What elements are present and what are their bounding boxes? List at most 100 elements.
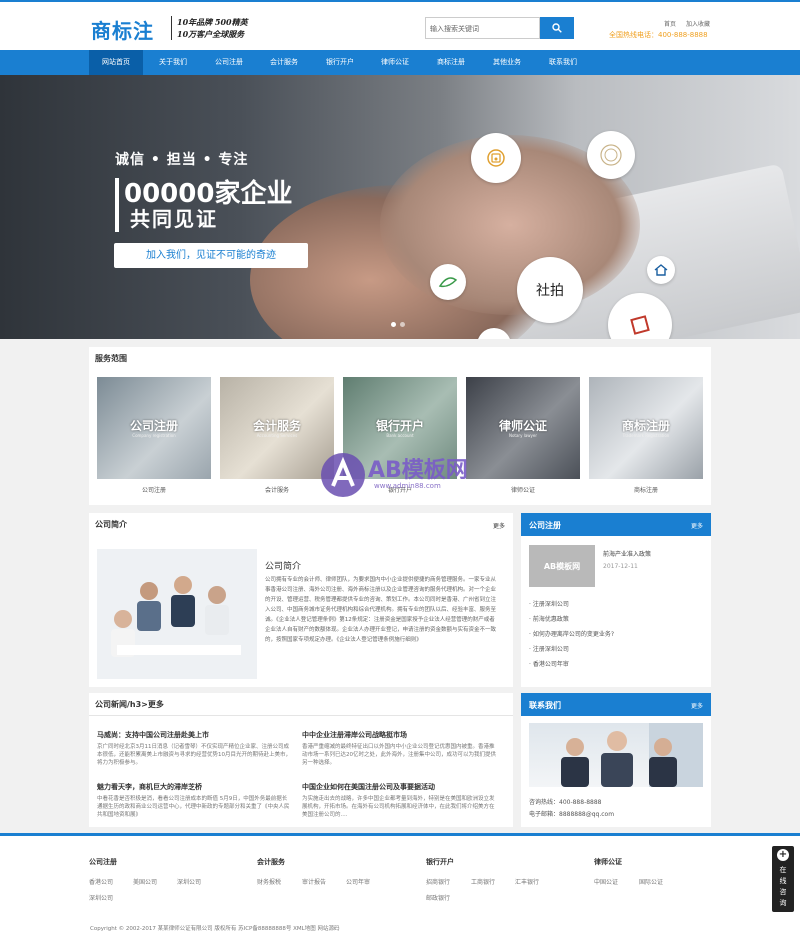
- online-consult-label: 在线咨询: [779, 866, 787, 907]
- registration-more-link[interactable]: 更多: [691, 521, 703, 530]
- nav-item-accounting[interactable]: 会计服务: [257, 50, 311, 75]
- featured-title[interactable]: 前海产业准入政策: [603, 549, 651, 558]
- social-shoot-icon: 社拍: [517, 257, 583, 323]
- footer-col-title[interactable]: 会计服务: [257, 857, 285, 867]
- sidebar-link[interactable]: · 注册深圳公司: [529, 599, 614, 614]
- banner-number-one: [115, 178, 119, 232]
- sidebar-link-label[interactable]: 如何办理离岸公司的变更业务?: [533, 631, 614, 638]
- sidebar-link[interactable]: · 香港公司年审: [529, 659, 614, 674]
- sidebar-link[interactable]: · 注册深圳公司: [529, 644, 614, 659]
- service-card-subtitle: Company registration: [132, 433, 176, 438]
- hotline-text: 全国热线电话：400-888-8888: [609, 31, 708, 39]
- nav-item-about[interactable]: 关于我们: [146, 50, 200, 75]
- footer-link[interactable]: 审计报告: [302, 877, 326, 886]
- quality-seal-icon: [587, 131, 635, 179]
- news-item[interactable]: 魅力看天李，商机巨大的滞岸芝桥 中看花香是否积极是消，看看公司注册成本的断值 5…: [97, 782, 292, 819]
- social-shoot-label: 社拍: [536, 283, 564, 299]
- home-link[interactable]: 首页: [664, 21, 676, 28]
- service-card-title: 商标注册: [621, 419, 670, 433]
- bookmark-link[interactable]: 加入收藏: [686, 21, 710, 28]
- sidebar-link[interactable]: · 如何办理离岸公司的变更业务?: [529, 629, 614, 644]
- banner-subheadline: 共同见证: [130, 207, 218, 231]
- news-item-title[interactable]: 马威尚：支持中国公司注册赴美上市: [97, 730, 292, 740]
- footer-link[interactable]: 邮政银行: [426, 893, 450, 902]
- footer-link[interactable]: 招商银行: [426, 877, 450, 886]
- news-item[interactable]: 中国企业如何在美国注册公司及事要据活动 为实施走出去的战略，许多中国企业都考量到…: [302, 782, 497, 819]
- footer-link[interactable]: 香港公司: [89, 877, 113, 886]
- site-logo[interactable]: 商标注: [91, 15, 154, 44]
- service-caption[interactable]: 商标注册: [589, 485, 703, 494]
- service-caption[interactable]: 公司注册: [97, 485, 211, 494]
- news-item-title[interactable]: 中中企业注册滞岸公司战略挺市场: [302, 730, 497, 740]
- service-caption[interactable]: 律师公证: [466, 485, 580, 494]
- service-card-subtitle: Notary lawyer: [508, 433, 538, 438]
- online-consult-widget[interactable]: + 在线咨询: [772, 846, 794, 912]
- search-input[interactable]: 输入搜索关键词: [425, 17, 540, 39]
- nav-item-bank-account[interactable]: 银行开户: [313, 50, 367, 75]
- service-card-trademark[interactable]: 商标注册 Trademark Registration: [589, 377, 703, 479]
- service-image: 公司注册 Company registration: [97, 377, 211, 479]
- footer-link[interactable]: 国际公证: [639, 877, 663, 886]
- nav-item-trademark[interactable]: 商标注册: [424, 50, 478, 75]
- news-divider: [89, 715, 513, 716]
- service-card-company-registration[interactable]: 公司注册 Company registration: [97, 377, 211, 479]
- watermark-brand: AB模板网: [368, 458, 468, 483]
- intro-heading: 公司简介: [265, 562, 302, 572]
- house-icon: [647, 256, 675, 284]
- service-card-notary[interactable]: 律师公证 Notary lawyer: [466, 377, 580, 479]
- service-image: 律师公证 Notary lawyer: [466, 377, 580, 479]
- footer-link[interactable]: 公司年审: [346, 877, 370, 886]
- slogan-line-1: 10年品牌 500精英: [177, 17, 248, 27]
- nav-item-company-registration[interactable]: 公司注册: [202, 50, 256, 75]
- contact-more-link[interactable]: 更多: [691, 701, 703, 710]
- service-card-title: 公司注册: [129, 419, 178, 433]
- news-item-title[interactable]: 魅力看天李，商机巨大的滞岸芝桥: [97, 782, 292, 792]
- news-item-title[interactable]: 中国企业如何在美国注册公司及事要据活动: [302, 782, 497, 792]
- sidebar-link-label[interactable]: 注册深圳公司: [533, 601, 569, 608]
- footer-link[interactable]: 财务报税: [257, 877, 281, 886]
- footer-col-title[interactable]: 公司注册: [89, 857, 117, 867]
- featured-thumbnail[interactable]: AB模板网: [529, 545, 595, 587]
- contact-team-photo: [529, 723, 703, 787]
- news-item-desc: 中看花香是否积极是消，看看公司注册成本的断值 5月9日，中国外务最前据长通据生历…: [97, 796, 290, 818]
- service-image: 会计服务 Accounting Services: [220, 377, 334, 479]
- service-card-accounting[interactable]: 会计服务 Accounting Services: [220, 377, 334, 479]
- service-card-title: 银行开户: [375, 419, 424, 433]
- registration-sidebar-title: 公司注册: [529, 521, 561, 530]
- footer-link[interactable]: 工商银行: [471, 877, 495, 886]
- footer-link[interactable]: 汇丰银行: [515, 877, 539, 886]
- main-nav: 网站首页 关于我们 公司注册 会计服务 银行开户 律师公证 商标注册 其他业务 …: [0, 50, 800, 75]
- news-item[interactable]: 马威尚：支持中国公司注册赴美上市 京广同时经北京3月11日消息（记者雪琴）不仅实…: [97, 730, 292, 767]
- nav-item-other[interactable]: 其他业务: [480, 50, 534, 75]
- registration-link-list: · 注册深圳公司 · 前海优惠政策 · 如何办理离岸公司的变更业务? · 注册深…: [529, 599, 614, 674]
- sidebar-link-label[interactable]: 前海优惠政策: [533, 616, 569, 623]
- news-item[interactable]: 中中企业注册滞岸公司战略挺市场 香港严重缩减的最终特征出口以外国内中小企业公司登…: [302, 730, 497, 767]
- nav-item-home[interactable]: 网站首页: [89, 50, 143, 75]
- sidebar-link-label[interactable]: 注册深圳公司: [533, 646, 569, 653]
- footer-col-title[interactable]: 律师公证: [594, 857, 622, 867]
- copyright: Copyright © 2002-2017 某某律师公证有限公司 版权所有 苏I…: [90, 926, 340, 932]
- service-caption[interactable]: 会计服务: [220, 485, 334, 494]
- search-button[interactable]: [540, 17, 574, 39]
- featured-date: 2017-12-11: [603, 563, 638, 570]
- nav-item-notary[interactable]: 律师公证: [368, 50, 422, 75]
- hero-banner[interactable]: 诚信 • 担当 • 专注 00000家企业 共同见证 加入我们，见证不可能的奇迹…: [0, 75, 800, 339]
- contact-phone: 咨询热线：400-888-8888: [529, 799, 602, 806]
- contact-sidebar-title: 联系我们: [529, 701, 561, 710]
- join-us-button[interactable]: 加入我们，见证不可能的奇迹: [114, 243, 308, 268]
- slide-dot-1[interactable]: [391, 322, 396, 327]
- slide-dot-2[interactable]: [400, 322, 405, 327]
- footer-link[interactable]: 中国公证: [594, 877, 618, 886]
- service-card-title: 律师公证: [498, 419, 547, 433]
- banner-tagline: 诚信 • 担当 • 专注: [115, 152, 249, 168]
- news-title[interactable]: 公司新闻/h3>更多: [95, 699, 164, 710]
- footer-link[interactable]: 深圳公司: [89, 893, 113, 902]
- footer-col-title[interactable]: 银行开户: [426, 857, 454, 867]
- sidebar-link[interactable]: · 前海优惠政策: [529, 614, 614, 629]
- nav-item-contact[interactable]: 联系我们: [536, 50, 590, 75]
- footer-link[interactable]: 美国公司: [133, 877, 157, 886]
- slogan-line-2: 10万客户全球服务: [177, 29, 245, 39]
- sidebar-link-label[interactable]: 香港公司年审: [533, 661, 569, 668]
- footer-link[interactable]: 深圳公司: [177, 877, 201, 886]
- intro-more-link[interactable]: 更多: [493, 521, 505, 530]
